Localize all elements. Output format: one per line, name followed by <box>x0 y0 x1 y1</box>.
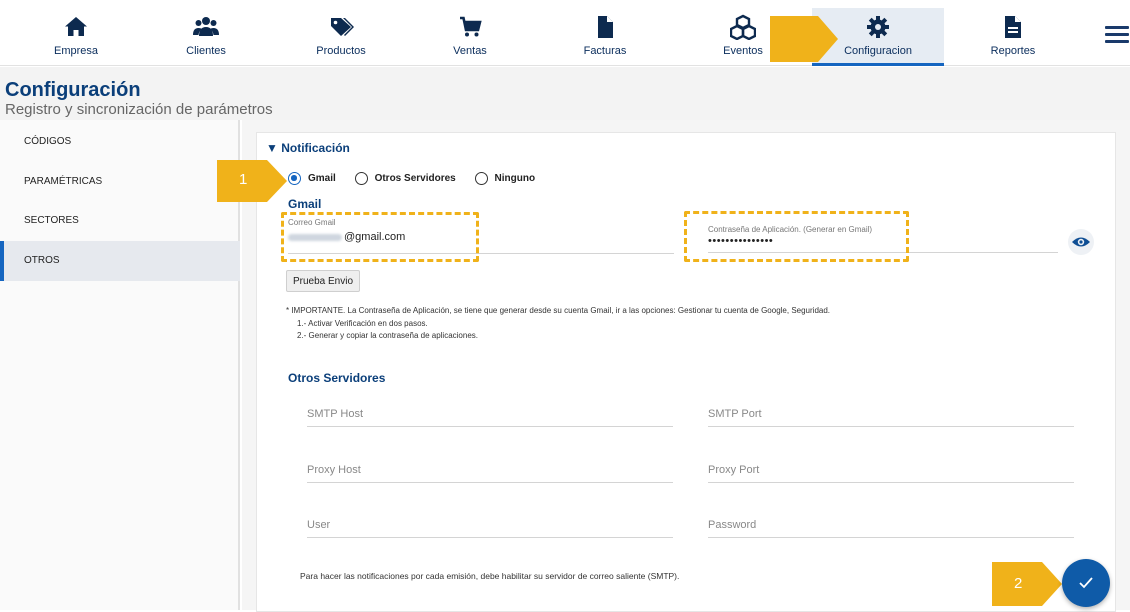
radio-unselected-icon <box>354 172 368 185</box>
user-input[interactable]: User <box>307 511 673 538</box>
proxy-host-placeholder: Proxy Host <box>307 464 361 476</box>
page-subtitle: Registro y sincronización de parámetros <box>5 101 273 118</box>
report-icon <box>1005 16 1021 38</box>
page-title: Configuración <box>5 79 141 101</box>
radio-ninguno[interactable]: Ninguno <box>474 172 536 185</box>
test-send-button[interactable]: Prueba Envio <box>286 270 360 292</box>
file-icon <box>598 16 613 38</box>
nav-label: Clientes <box>186 45 226 57</box>
home-icon <box>65 17 87 36</box>
sidebar-item-codigos[interactable]: CÓDIGOS <box>0 122 240 162</box>
toggle-password-visibility-button[interactable] <box>1068 229 1094 255</box>
hamburger-menu-icon[interactable] <box>1105 26 1129 46</box>
nav-label: Productos <box>316 45 366 57</box>
nav-label: Reportes <box>990 45 1036 57</box>
smtp-port-input[interactable]: SMTP Port <box>708 400 1074 427</box>
nav-item-clientes[interactable]: Clientes <box>140 8 272 66</box>
callout-arrow-config <box>770 16 838 62</box>
cart-icon <box>460 16 482 37</box>
callout-1: 1 <box>217 160 289 202</box>
radio-otros-servidores[interactable]: Otros Servidores <box>354 172 456 185</box>
email-domain: @gmail.com <box>344 231 406 243</box>
radio-gmail[interactable]: Gmail <box>288 172 336 185</box>
nav-item-empresa[interactable]: Empresa <box>10 8 142 66</box>
radio-unselected-icon <box>474 172 488 185</box>
top-nav: Empresa Clientes Productos Ventas Factur… <box>0 0 1130 66</box>
gmail-section-title: Gmail <box>288 197 322 211</box>
save-button[interactable] <box>1062 559 1110 607</box>
eye-icon <box>1072 237 1090 247</box>
callout-number: 1 <box>239 171 248 188</box>
section-toggle-notificacion[interactable]: ▼ Notificación <box>266 141 350 155</box>
smtp-footer-note: Para hacer las notificaciones por cada e… <box>300 571 680 581</box>
smtp-host-input[interactable]: SMTP Host <box>307 400 673 427</box>
proxy-host-input[interactable]: Proxy Host <box>307 456 673 483</box>
nav-item-ventas[interactable]: Ventas <box>404 8 536 66</box>
important-note: * IMPORTANTE. La Contraseña de Aplicació… <box>286 306 831 315</box>
step-2-text: 2.- Generar y copiar la contraseña de ap… <box>297 331 478 340</box>
user-placeholder: User <box>307 519 331 531</box>
proxy-port-input[interactable]: Proxy Port <box>708 456 1074 483</box>
sidebar-item-parametricas[interactable]: PARAMÉTRICAS <box>0 162 240 202</box>
nav-label: Ventas <box>453 45 487 57</box>
callout-number: 2 <box>1014 575 1023 592</box>
blurred-username <box>288 233 342 241</box>
nav-label: Facturas <box>583 45 627 57</box>
page-header: Configuración Registro y sincronización … <box>0 67 1130 120</box>
email-field[interactable]: Correo Gmail @gmail.com <box>288 218 674 254</box>
app-password-label: Contraseña de Aplicación. (Generar en Gm… <box>708 225 873 234</box>
otros-servidores-title: Otros Servidores <box>288 371 386 385</box>
proxy-port-placeholder: Proxy Port <box>708 464 760 476</box>
sidebar: CÓDIGOS PARAMÉTRICAS SECTORES OTROS <box>0 120 240 610</box>
nav-item-productos[interactable]: Productos <box>275 8 407 66</box>
smtp-host-placeholder: SMTP Host <box>307 408 364 420</box>
callout-arrow-shape <box>217 160 287 202</box>
tag-icon <box>331 18 354 36</box>
radio-label: Ninguno <box>494 173 536 184</box>
smtp-port-placeholder: SMTP Port <box>708 408 762 420</box>
step-1-text: 1.- Activar Verificación en dos pasos. <box>297 319 428 328</box>
password-input[interactable]: Password <box>708 511 1074 538</box>
radio-label: Gmail <box>308 173 336 184</box>
sidebar-item-otros[interactable]: OTROS <box>0 241 240 281</box>
radio-selected-icon <box>288 172 301 185</box>
callout-2: 2 <box>992 562 1064 606</box>
gear-icon <box>867 16 889 38</box>
nav-label: Empresa <box>53 45 99 57</box>
app-password-value: ••••••••••••••• <box>708 235 774 247</box>
nav-item-facturas[interactable]: Facturas <box>539 8 671 66</box>
password-placeholder: Password <box>708 519 757 531</box>
email-field-value: @gmail.com <box>288 231 405 243</box>
sidebar-item-sectores[interactable]: SECTORES <box>0 201 240 241</box>
boxes-icon <box>730 14 756 40</box>
notification-type-radios: Gmail Otros Servidores Ninguno <box>288 172 551 190</box>
callout-arrow-shape <box>992 562 1062 606</box>
users-icon <box>193 17 219 36</box>
email-field-label: Correo Gmail <box>288 218 336 227</box>
app-password-field[interactable]: Contraseña de Aplicación. (Generar en Gm… <box>708 225 1058 253</box>
nav-item-reportes[interactable]: Reportes <box>947 8 1079 66</box>
radio-label: Otros Servidores <box>374 173 456 184</box>
check-icon <box>1079 577 1093 589</box>
